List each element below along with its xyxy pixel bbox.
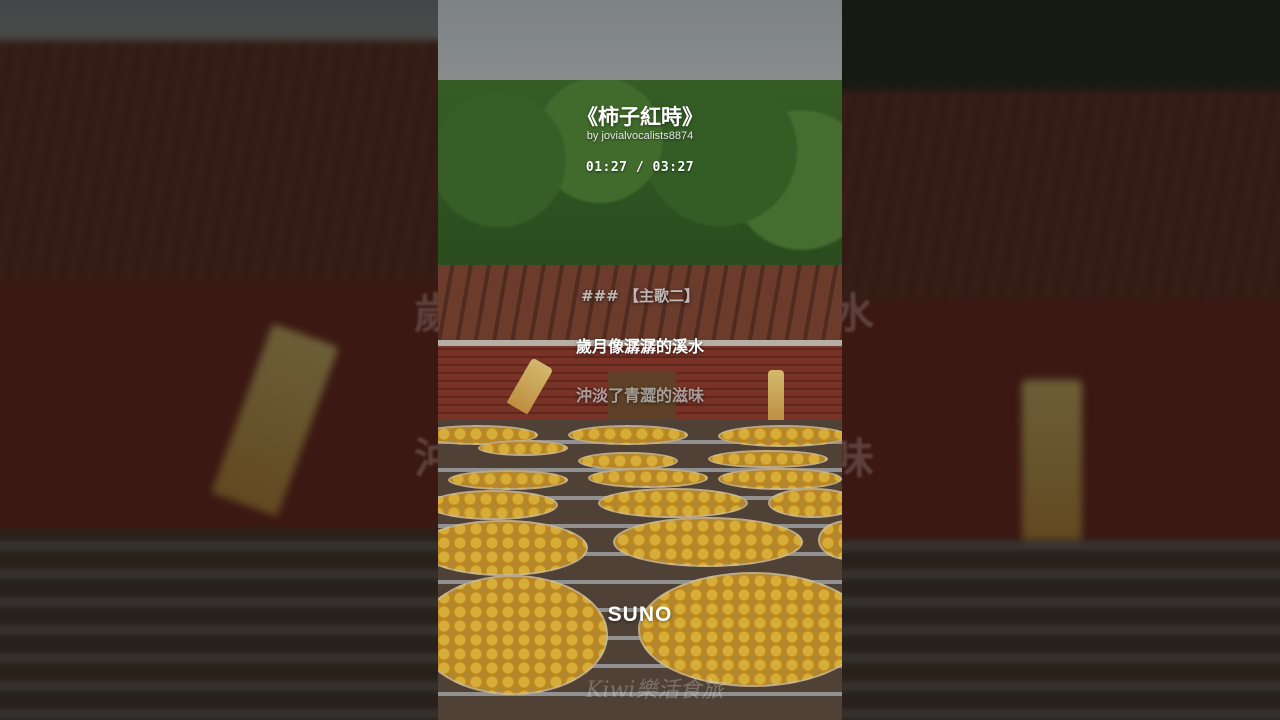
ghost-lyric-char: 沖 bbox=[414, 434, 438, 483]
ghost-lyric-char: 味 bbox=[842, 434, 875, 483]
video-overlay: 《柿子紅時》 by jovialvocalists8874 01:27 / 03… bbox=[438, 0, 842, 720]
song-artist: by jovialvocalists8874 bbox=[586, 130, 694, 142]
ghost-lyric-char: 歲 bbox=[414, 289, 438, 338]
lyric-current-line: 歲月像潺潺的溪水 bbox=[575, 337, 704, 356]
lyric-section-header: ### 【主歌二】 bbox=[581, 287, 699, 305]
background-blur-left: 歲 沖 bbox=[0, 0, 438, 720]
photo-watermark: Kiwi樂活食旅 bbox=[586, 678, 724, 703]
suno-logo: SUNO bbox=[607, 603, 673, 626]
playback-time: 01:27 / 03:27 bbox=[585, 160, 695, 175]
ghost-lyric-char: 水 bbox=[842, 289, 875, 338]
lyric-next-line: 沖淡了青澀的滋味 bbox=[575, 386, 704, 405]
background-blur-right: 水 味 bbox=[842, 0, 1280, 720]
song-title: 《柿子紅時》 bbox=[577, 105, 703, 129]
